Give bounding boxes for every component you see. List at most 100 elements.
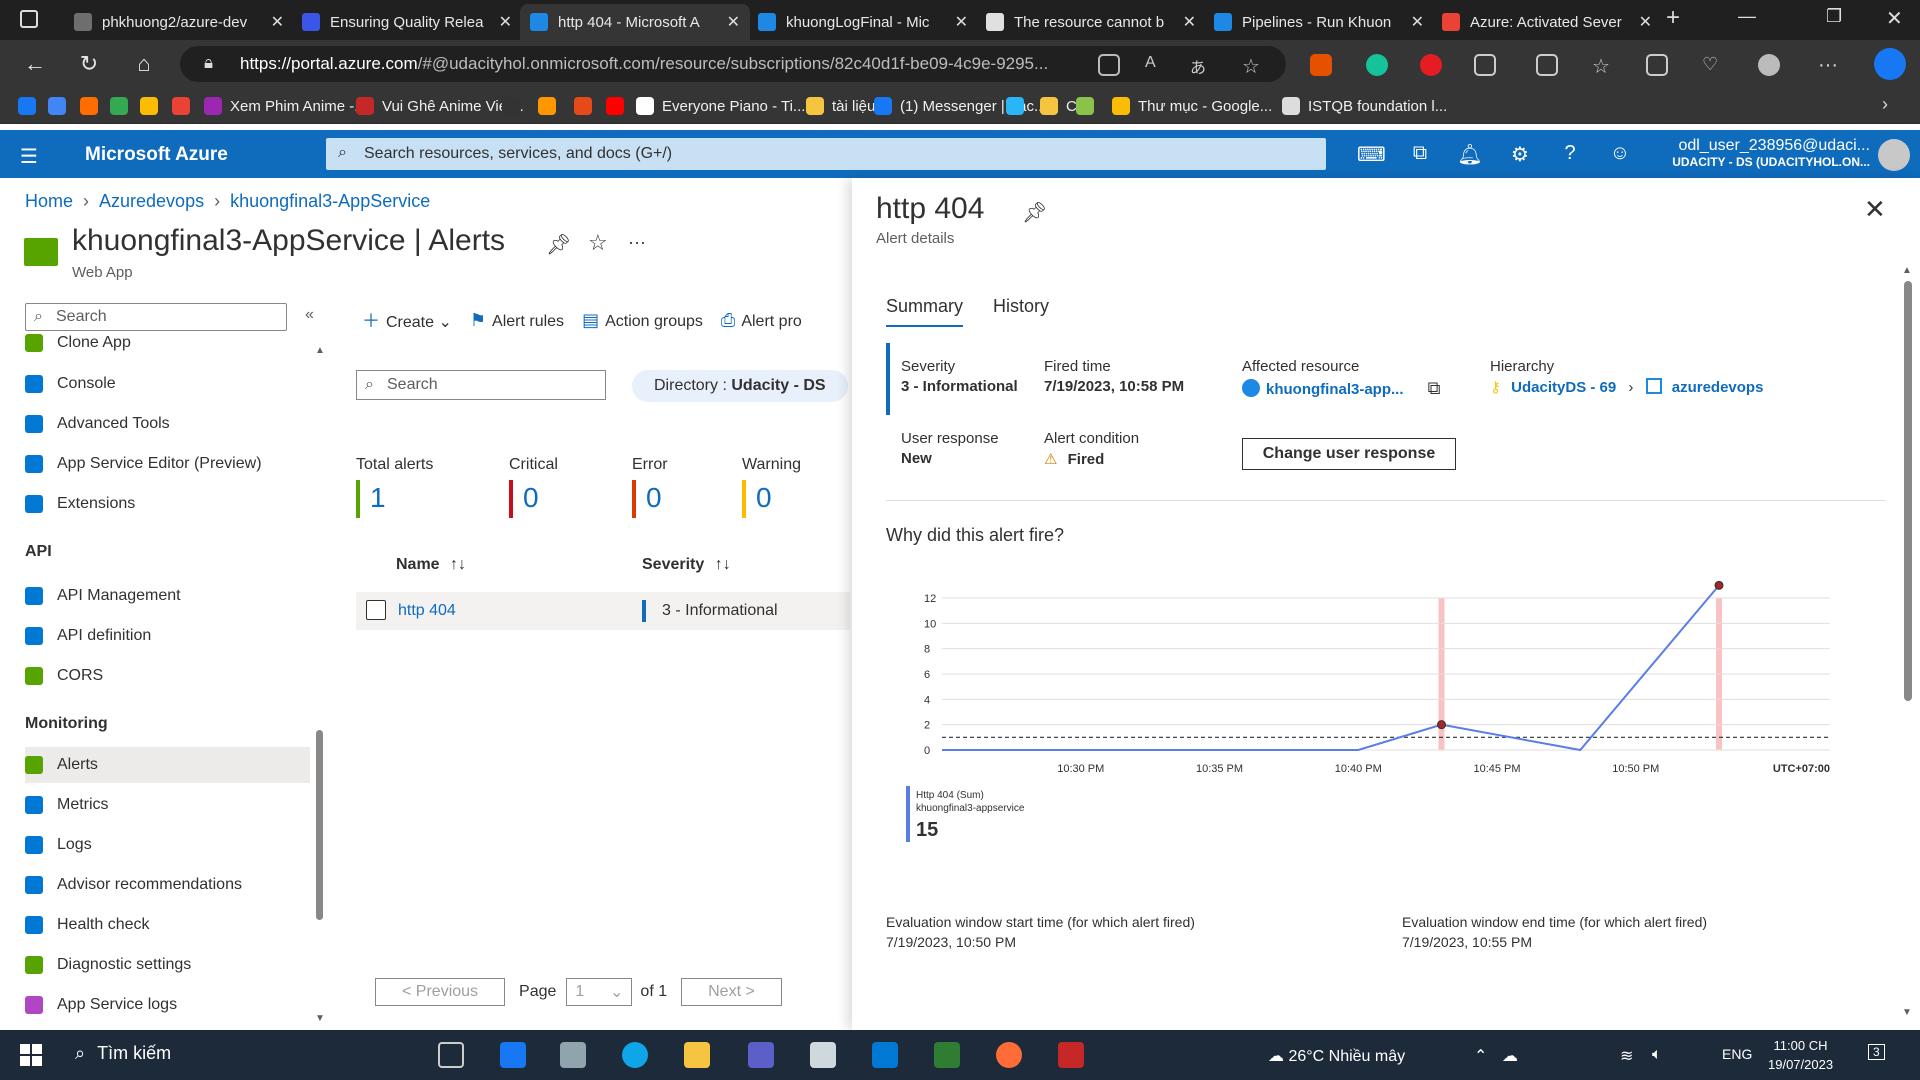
settings-gear-icon[interactable]: ⚙ [1507, 142, 1533, 168]
tab-actions-icon[interactable] [20, 10, 38, 28]
vscode-icon[interactable] [872, 1042, 898, 1068]
pin-icon[interactable]: 📌︎ [1022, 200, 1047, 225]
start-windows-icon[interactable] [20, 1044, 42, 1066]
split-screen-icon[interactable] [1536, 54, 1558, 76]
edge-icon[interactable] [622, 1042, 648, 1068]
bookmark-item[interactable]: tài liệu [806, 96, 875, 116]
page-select[interactable]: 1 ⌄ [566, 978, 633, 1006]
alert-processing-button[interactable]: ⎙ Alert pro [721, 310, 802, 331]
notification-center-icon[interactable]: 3 [1868, 1044, 1885, 1060]
pin-icon[interactable]: 📌︎ [546, 232, 571, 257]
copy-icon[interactable]: ⧉ [1428, 378, 1441, 398]
reader-icon[interactable] [1098, 54, 1120, 76]
bookmark-item[interactable]: Vui Ghê Anime Viet... [356, 96, 524, 116]
menu-item-diagnostic-settings[interactable]: Diagnostic settings [25, 947, 310, 983]
column-header-severity[interactable]: Severity ↑↓ [642, 556, 731, 574]
bookmark-item[interactable] [574, 96, 600, 116]
clock[interactable]: 11:00 CH 19/07/2023 [1768, 1036, 1833, 1074]
menu-item-health-check[interactable]: Health check [25, 907, 310, 943]
tab-history[interactable]: History [993, 296, 1049, 327]
browser-tab[interactable]: Azure: Activated Sever ✕ [1432, 4, 1662, 40]
close-tab-icon[interactable]: ✕ [271, 12, 284, 32]
bookmark-item[interactable] [80, 96, 106, 116]
account-info[interactable]: odl_user_238956@udaci... UDACITY - DS (U… [1670, 137, 1870, 169]
browser-tab[interactable]: Pipelines - Run Khuon ✕ [1204, 4, 1434, 40]
scroll-up-icon[interactable]: ▲ [315, 345, 325, 356]
profile-icon[interactable] [1758, 54, 1780, 76]
table-row[interactable]: http 404 3 - Informational [356, 592, 850, 630]
breadcrumb-app-service[interactable]: khuongfinal3-AppService [230, 191, 430, 212]
tray-chevron-icon[interactable]: ⌃ [1474, 1046, 1487, 1066]
browser-tab[interactable]: Ensuring Quality Relea ✕ [292, 4, 522, 40]
bookmark-item[interactable]: ISTQB foundation l... [1282, 96, 1447, 116]
avatar[interactable] [1878, 139, 1910, 171]
alert-name-link[interactable]: http 404 [398, 602, 456, 620]
hierarchy-resource-group-link[interactable]: azuredevops [1672, 379, 1764, 396]
minimize-button[interactable]: — [1738, 6, 1756, 27]
feedback-icon[interactable]: ☺ [1607, 142, 1633, 168]
bookmarks-overflow-icon[interactable]: › [1882, 94, 1888, 115]
bookmark-item[interactable] [1006, 96, 1032, 116]
collections-icon[interactable] [1646, 54, 1668, 76]
breadcrumb-resource-group[interactable]: Azuredevops [99, 191, 204, 212]
close-tab-icon[interactable]: ✕ [1639, 12, 1652, 32]
refresh-icon[interactable]: ↻ [76, 52, 102, 76]
close-tab-icon[interactable]: ✕ [955, 12, 968, 32]
grammarly-icon[interactable] [1366, 54, 1388, 76]
action-groups-button[interactable]: ▤ Action groups [582, 310, 703, 331]
app-icon[interactable] [810, 1042, 836, 1068]
app-icon[interactable] [560, 1042, 586, 1068]
help-icon[interactable]: ? [1557, 142, 1583, 168]
previous-page-button[interactable]: < Previous [375, 978, 506, 1006]
task-view-icon[interactable] [438, 1042, 464, 1068]
azure-brand[interactable]: Microsoft Azure [85, 144, 228, 166]
wifi-icon[interactable]: ≋ [1620, 1046, 1633, 1066]
adblock-icon[interactable] [1420, 54, 1442, 76]
home-icon[interactable]: ⌂ [131, 52, 157, 76]
affected-resource-link[interactable]: khuongfinal3-app... [1266, 381, 1404, 398]
scroll-down-icon[interactable]: ▼ [1902, 1007, 1912, 1018]
read-aloud-icon[interactable]: A [1145, 54, 1167, 76]
menu-item-advisor-recommendations[interactable]: Advisor recommendations [25, 867, 310, 903]
maximize-button[interactable]: ❐ [1826, 6, 1842, 27]
postman-icon[interactable] [996, 1042, 1022, 1068]
new-tab-button[interactable]: + [1666, 4, 1680, 32]
menu-item-clone-app[interactable]: Clone App [25, 325, 310, 361]
bookmark-item[interactable] [18, 96, 44, 116]
extension-1-icon[interactable] [1310, 54, 1332, 76]
more-options-icon[interactable]: ··· [628, 232, 646, 253]
next-page-button[interactable]: Next > [681, 978, 782, 1006]
breadcrumb-home[interactable]: Home [25, 191, 73, 212]
menu-item-app-service-editor-preview[interactable]: App Service Editor (Preview) [25, 446, 310, 482]
file-explorer-icon[interactable] [684, 1042, 710, 1068]
notifications-icon[interactable]: 🔔︎ [1457, 142, 1483, 168]
jmeter-icon[interactable] [1058, 1042, 1084, 1068]
more-menu-icon[interactable]: ··· [1818, 54, 1840, 76]
extensions-icon[interactable] [1474, 54, 1496, 76]
menu-item-console[interactable]: Console [25, 366, 310, 402]
cloud-shell-icon[interactable]: ⌨ [1357, 142, 1386, 168]
scrollbar-thumb[interactable] [1904, 281, 1912, 701]
translate-icon[interactable]: あ [1190, 54, 1212, 77]
collapse-menu-icon[interactable]: « [305, 306, 314, 324]
bookmark-item[interactable]: Xem Phim Anime -... [204, 96, 367, 116]
menu-item-api-management[interactable]: API Management [25, 578, 310, 614]
language-indicator[interactable]: ENG [1722, 1046, 1752, 1062]
volume-icon[interactable]: 🔈︎ [1652, 1046, 1662, 1064]
column-header-name[interactable]: Name ↑↓ [396, 556, 466, 574]
menu-item-cors[interactable]: CORS [25, 658, 310, 694]
stat-critical[interactable]: Critical 0 [509, 456, 558, 518]
bing-taskbar-icon[interactable] [500, 1042, 526, 1068]
browser-tab[interactable]: phkhuong2/azure-dev ✕ [64, 4, 294, 40]
git-icon[interactable] [934, 1042, 960, 1068]
bookmark-item[interactable] [538, 96, 564, 116]
close-icon[interactable]: ✕ [1864, 194, 1886, 225]
weather[interactable]: ☁ 26°C Nhiều mây [1268, 1046, 1405, 1066]
scrollbar-thumb[interactable] [316, 730, 323, 920]
menu-scrollbar[interactable]: ▲ ▼ [315, 345, 325, 1025]
alerts-search-input[interactable]: ⌕ Search [356, 370, 606, 400]
bookmark-item[interactable] [502, 96, 528, 116]
menu-item-metrics[interactable]: Metrics [25, 787, 310, 823]
close-window-button[interactable]: ✕ [1886, 6, 1903, 31]
row-checkbox[interactable] [366, 600, 386, 620]
